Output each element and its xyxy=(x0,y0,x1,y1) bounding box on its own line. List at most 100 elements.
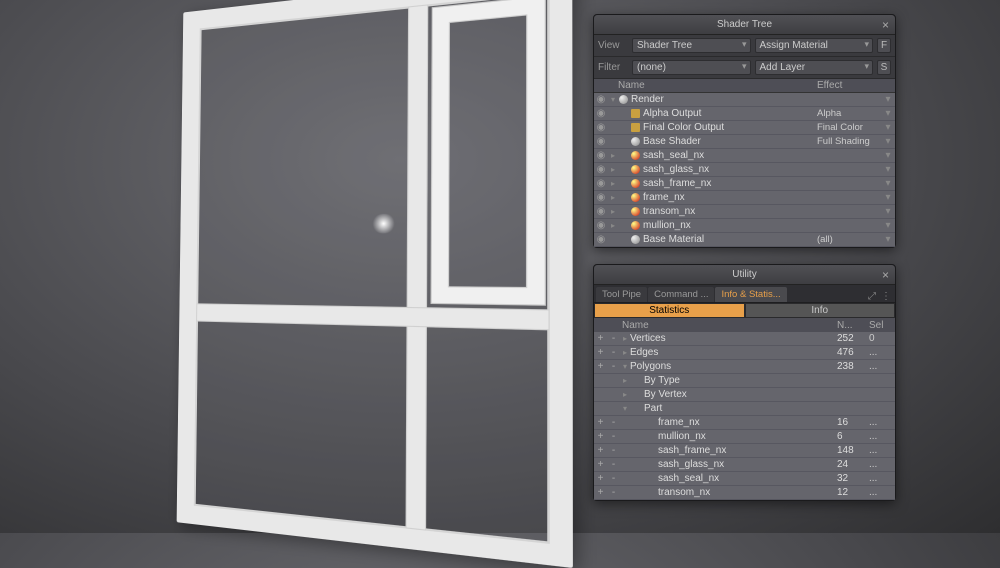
stats-row[interactable]: +-▾Polygons238... xyxy=(594,360,895,374)
stats-row[interactable]: +-sash_seal_nx32... xyxy=(594,472,895,486)
shader-tree-row[interactable]: ◉▸frame_nx▾ xyxy=(594,191,895,205)
remove-icon[interactable]: - xyxy=(607,333,620,344)
remove-icon[interactable]: - xyxy=(607,459,620,470)
remove-icon[interactable]: - xyxy=(607,445,620,456)
row-dropdown-icon[interactable]: ▾ xyxy=(881,94,895,105)
addlayer-shortcut[interactable]: S xyxy=(877,60,891,75)
visibility-icon[interactable]: ◉ xyxy=(594,108,608,119)
viewport-window-model[interactable] xyxy=(177,0,573,568)
add-icon[interactable]: + xyxy=(594,473,607,484)
shader-tree-row[interactable]: ◉Base ShaderFull Shading▾ xyxy=(594,135,895,149)
close-icon[interactable]: × xyxy=(882,18,889,32)
assign-material-button[interactable]: Assign Material xyxy=(755,38,874,53)
row-dropdown-icon[interactable]: ▾ xyxy=(881,136,895,147)
stats-row[interactable]: ▸By Type xyxy=(594,374,895,388)
visibility-icon[interactable]: ◉ xyxy=(594,206,608,217)
visibility-icon[interactable]: ◉ xyxy=(594,178,608,189)
remove-icon[interactable]: - xyxy=(607,487,620,498)
remove-icon[interactable]: - xyxy=(607,347,620,358)
utility-titlebar[interactable]: Utility × xyxy=(594,265,895,285)
menu-icon[interactable]: ⋮ xyxy=(879,291,893,302)
row-dropdown-icon[interactable]: ▾ xyxy=(881,220,895,231)
expand-icon[interactable]: ▸ xyxy=(608,151,618,160)
visibility-icon[interactable]: ◉ xyxy=(594,94,608,105)
expand-icon[interactable]: ▸ xyxy=(608,193,618,202)
col-name[interactable]: Name xyxy=(620,320,837,331)
filter-dropdown[interactable]: (none) xyxy=(632,60,751,75)
col-effect[interactable]: Effect xyxy=(817,80,895,91)
expand-icon[interactable]: ▸ xyxy=(620,376,630,385)
add-layer-button[interactable]: Add Layer xyxy=(755,60,874,75)
visibility-icon[interactable]: ◉ xyxy=(594,122,608,133)
row-dropdown-icon[interactable]: ▾ xyxy=(881,122,895,133)
expand-icon[interactable]: ▸ xyxy=(608,221,618,230)
shader-tree-row[interactable]: ◉Alpha OutputAlpha▾ xyxy=(594,107,895,121)
shader-tree-row[interactable]: ◉▸sash_seal_nx▾ xyxy=(594,149,895,163)
shader-tree-row[interactable]: ◉▸sash_frame_nx▾ xyxy=(594,177,895,191)
expand-icon[interactable]: ▸ xyxy=(620,390,630,399)
row-dropdown-icon[interactable]: ▾ xyxy=(881,192,895,203)
col-name[interactable]: Name xyxy=(616,80,817,91)
col-sel[interactable]: Sel xyxy=(869,320,895,331)
shader-tree-row[interactable]: ◉▸sash_glass_nx▾ xyxy=(594,163,895,177)
expand-icon[interactable]: ▸ xyxy=(608,207,618,216)
add-icon[interactable]: + xyxy=(594,487,607,498)
add-icon[interactable]: + xyxy=(594,417,607,428)
assign-shortcut[interactable]: F xyxy=(877,38,891,53)
close-icon[interactable]: × xyxy=(882,268,889,282)
shader-tree-row[interactable]: ◉▾Render▾ xyxy=(594,93,895,107)
expand-icon[interactable]: ⤢ xyxy=(865,291,879,302)
shader-tree-row[interactable]: ◉▸transom_nx▾ xyxy=(594,205,895,219)
visibility-icon[interactable]: ◉ xyxy=(594,192,608,203)
add-icon[interactable]: + xyxy=(594,333,607,344)
view-dropdown[interactable]: Shader Tree xyxy=(632,38,751,53)
expand-icon[interactable]: ▸ xyxy=(620,334,630,343)
row-dropdown-icon[interactable]: ▾ xyxy=(881,164,895,175)
remove-icon[interactable]: - xyxy=(607,361,620,372)
row-dropdown-icon[interactable]: ▾ xyxy=(881,150,895,161)
row-dropdown-icon[interactable]: ▾ xyxy=(881,234,895,245)
visibility-icon[interactable]: ◉ xyxy=(594,150,608,161)
stats-row[interactable]: +-mullion_nx6... xyxy=(594,430,895,444)
stats-row[interactable]: ▾Part xyxy=(594,402,895,416)
shader-tree-row[interactable]: ◉▸mullion_nx▾ xyxy=(594,219,895,233)
visibility-icon[interactable]: ◉ xyxy=(594,164,608,175)
row-dropdown-icon[interactable]: ▾ xyxy=(881,108,895,119)
info-tab[interactable]: Info xyxy=(745,303,896,318)
col-num[interactable]: N... xyxy=(837,320,869,331)
add-icon[interactable]: + xyxy=(594,445,607,456)
add-icon[interactable]: + xyxy=(594,361,607,372)
expand-icon[interactable]: ▾ xyxy=(620,404,630,413)
stats-row[interactable]: +-frame_nx16... xyxy=(594,416,895,430)
expand-icon[interactable]: ▸ xyxy=(608,179,618,188)
expand-icon[interactable]: ▸ xyxy=(620,348,630,357)
visibility-icon[interactable]: ◉ xyxy=(594,136,608,147)
tab-tool-pipe[interactable]: Tool Pipe xyxy=(596,287,647,302)
row-dropdown-icon[interactable]: ▾ xyxy=(881,178,895,189)
stats-row[interactable]: +-▸Vertices2520 xyxy=(594,332,895,346)
statistics-tab[interactable]: Statistics xyxy=(594,303,745,318)
add-icon[interactable]: + xyxy=(594,459,607,470)
shader-tree-row[interactable]: ◉Final Color OutputFinal Color▾ xyxy=(594,121,895,135)
shader-tree-row[interactable]: ◉Base Material(all)▾ xyxy=(594,233,895,247)
remove-icon[interactable]: - xyxy=(607,431,620,442)
stats-row[interactable]: +-sash_frame_nx148... xyxy=(594,444,895,458)
visibility-icon[interactable]: ◉ xyxy=(594,220,608,231)
row-dropdown-icon[interactable]: ▾ xyxy=(881,206,895,217)
expand-icon[interactable]: ▸ xyxy=(608,165,618,174)
stats-row[interactable]: ▸By Vertex xyxy=(594,388,895,402)
expand-icon[interactable]: ▾ xyxy=(620,362,630,371)
add-icon[interactable]: + xyxy=(594,347,607,358)
visibility-icon[interactable]: ◉ xyxy=(594,234,608,245)
remove-icon[interactable]: - xyxy=(607,473,620,484)
tab-command-[interactable]: Command ... xyxy=(648,287,714,302)
row-effect: Final Color xyxy=(817,122,881,133)
expand-icon[interactable]: ▾ xyxy=(608,95,618,104)
stats-row[interactable]: +-▸Edges476... xyxy=(594,346,895,360)
shader-tree-titlebar[interactable]: Shader Tree × xyxy=(594,15,895,35)
stats-row[interactable]: +-transom_nx12... xyxy=(594,486,895,500)
add-icon[interactable]: + xyxy=(594,431,607,442)
stats-row[interactable]: +-sash_glass_nx24... xyxy=(594,458,895,472)
remove-icon[interactable]: - xyxy=(607,417,620,428)
tab-info-statis-[interactable]: Info & Statis... xyxy=(715,287,786,302)
